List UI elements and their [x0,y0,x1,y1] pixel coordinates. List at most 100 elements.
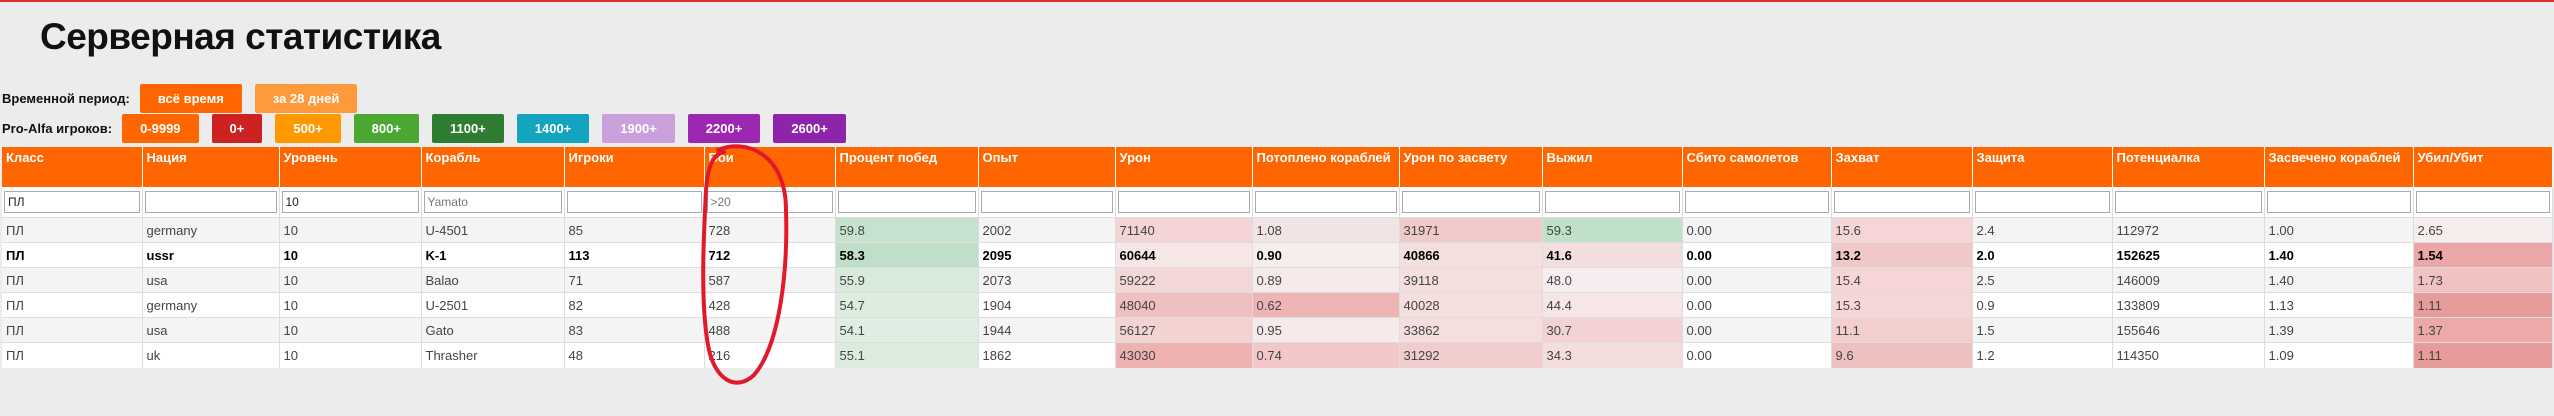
table-cell: 146009 [2112,267,2265,293]
filter-cell [1682,187,1832,218]
column-filter-input[interactable] [144,191,277,213]
column-header[interactable]: Корабль [421,147,565,187]
table-cell: ПЛ [2,217,143,243]
column-header[interactable]: Бои [704,147,836,187]
table-row[interactable]: ПЛ germany 10 U-2501 82 428 54.7 1904 48040 0.62 4… [2,292,2553,318]
filter-cell [1115,187,1253,218]
table-cell: Thrasher [421,342,565,368]
table-cell: 155646 [2112,317,2265,343]
column-filter-input[interactable] [281,191,419,213]
column-header[interactable]: Потоплено кораблей [1252,147,1400,187]
table-cell: 0.00 [1682,317,1832,343]
table-cell: K-1 [421,242,565,268]
pro-500-button[interactable]: 500+ [275,114,341,143]
column-filter-input[interactable] [2415,191,2550,213]
column-header[interactable]: Захват [1831,147,1973,187]
table-row[interactable]: ПЛ uk 10 Thrasher 48 216 55.1 1862 43030 0.74 3129… [2,342,2553,368]
table-cell: 587 [704,267,836,293]
filter-input-row [2,187,2553,218]
table-cell: 10 [279,292,422,318]
table-cell: 1.13 [2264,292,2414,318]
filter-cell [1399,187,1543,218]
filter-cell [279,187,422,218]
table-cell: 10 [279,317,422,343]
stats-table-container: Класс Нация Уровень Корабль Игроки Бои Процент… [2,147,2554,368]
column-header[interactable]: Уровень [279,147,422,187]
table-cell: 54.1 [835,317,979,343]
table-cell: 1.39 [2264,317,2414,343]
column-filter-input[interactable] [1254,191,1397,213]
table-cell: 1.40 [2264,267,2414,293]
pro-1100-button[interactable]: 1100+ [431,114,504,143]
column-header[interactable]: Убил/Убит [2413,147,2553,187]
table-cell: 2095 [978,242,1116,268]
table-row[interactable]: ПЛ usa 10 Gato 83 488 54.1 1944 56127 0.95 33862 30… [2,317,2553,343]
period-28-days-button[interactable]: за 28 дней [254,84,358,113]
table-cell: 2.4 [1972,217,2113,243]
table-cell: 113 [564,242,705,268]
column-header[interactable]: Урон по засвету [1399,147,1543,187]
column-header[interactable]: Опыт [978,147,1116,187]
column-filter-input[interactable] [423,191,562,213]
column-filter-input[interactable] [980,191,1113,213]
column-filter-input[interactable] [837,191,976,213]
table-cell: 10 [279,217,422,243]
table-cell: 0.00 [1682,242,1832,268]
table-cell: 1.40 [2264,242,2414,268]
table-cell: 15.6 [1831,217,1973,243]
pro-2600-button[interactable]: 2600+ [773,114,846,143]
column-header[interactable]: Процент побед [835,147,979,187]
column-filter-input[interactable] [1974,191,2110,213]
table-cell: 48040 [1115,292,1253,318]
column-header[interactable]: Класс [2,147,143,187]
table-cell: 112972 [2112,217,2265,243]
column-header[interactable]: Нация [142,147,280,187]
filter-cell [2413,187,2553,218]
table-cell: 428 [704,292,836,318]
table-cell: 33862 [1399,317,1543,343]
table-row[interactable]: ПЛ usa 10 Balao 71 587 55.9 2073 59222 0.89 39118 4… [2,267,2553,293]
column-filter-input[interactable] [1833,191,1970,213]
column-filter-input[interactable] [706,191,833,213]
column-filter-input[interactable] [2114,191,2262,213]
pro-1900-button[interactable]: 1900+ [602,114,675,143]
pro-2200-button[interactable]: 2200+ [687,114,761,143]
table-cell: 13.2 [1831,242,1973,268]
column-header[interactable]: Игроки [564,147,705,187]
table-cell: ПЛ [2,242,143,268]
table-row[interactable]: ПЛ ussr 10 K-1 113 712 58.3 2095 60644 0.90 40866 4… [2,242,2553,268]
pro-800-button[interactable]: 800+ [353,114,419,143]
column-filter-input[interactable] [2266,191,2411,213]
column-filter-input[interactable] [1117,191,1250,213]
column-filter-input[interactable] [1544,191,1680,213]
filter-cell [1542,187,1683,218]
pro-0-button[interactable]: 0+ [211,114,263,143]
column-filter-input[interactable] [4,191,140,213]
column-header[interactable]: Потенциалка [2112,147,2265,187]
table-cell: 9.6 [1831,342,1973,368]
column-header[interactable]: Урон [1115,147,1253,187]
pro-0-9999-button[interactable]: 0-9999 [122,114,199,143]
table-cell: 48.0 [1542,267,1683,293]
period-all-time-button[interactable]: всё время [139,84,242,113]
stats-table: Класс Нация Уровень Корабль Игроки Бои Процент… [2,147,2553,368]
pro-1400-button[interactable]: 1400+ [516,114,590,143]
filter-cell [2,187,143,218]
table-cell: 58.3 [835,242,979,268]
column-filter-input[interactable] [1684,191,1829,213]
table-cell: 10 [279,342,422,368]
table-cell: 1.11 [2413,342,2553,368]
table-cell: U-2501 [421,292,565,318]
column-header[interactable]: Засвечено кораблей [2264,147,2414,187]
table-cell: 0.89 [1252,267,1400,293]
table-row[interactable]: ПЛ germany 10 U-4501 85 728 59.8 2002 71140 1.08 3… [2,217,2553,243]
column-filter-input[interactable] [566,191,702,213]
column-header[interactable]: Выжил [1542,147,1683,187]
table-cell: 2.0 [1972,242,2113,268]
column-header[interactable]: Защита [1972,147,2113,187]
column-filter-input[interactable] [1401,191,1540,213]
table-cell: Balao [421,267,565,293]
column-header[interactable]: Сбито самолетов [1682,147,1832,187]
filter-cell [1831,187,1973,218]
table-cell: 0.00 [1682,342,1832,368]
